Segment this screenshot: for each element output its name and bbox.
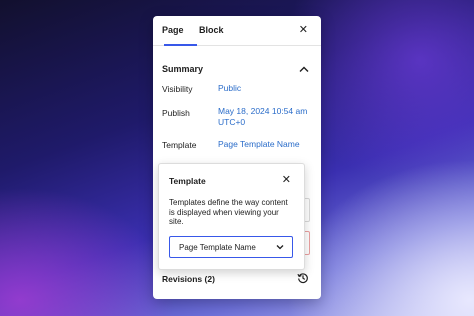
popover-title: Template [169,176,206,186]
tab-block[interactable]: Block [199,16,224,45]
publish-label: Publish [162,108,190,118]
summary-title: Summary [162,64,204,74]
revisions-link[interactable]: Revisions (2) [162,274,215,284]
active-tab-indicator [164,44,197,46]
tab-block-label: Block [199,25,224,35]
publish-timezone-line: UTC+0 [218,117,246,127]
history-icon[interactable] [297,272,309,284]
template-popover: Template ✕ Templates define the way cont… [158,163,305,270]
publish-date-link[interactable]: May 18, 2024 10:54 am UTC+0 [218,106,307,128]
visibility-value-link[interactable]: Public [218,83,241,94]
tab-page[interactable]: Page [162,16,197,46]
chevron-down-icon [276,245,284,250]
close-icon: ✕ [281,174,291,186]
tab-page-label: Page [162,25,184,35]
close-popover-button[interactable]: ✕ [282,174,291,186]
template-select-value: Page Template Name [179,243,256,252]
popover-description: Templates define the way content is disp… [169,198,288,226]
template-value-link[interactable]: Page Template Name [218,139,300,150]
publish-date-line: May 18, 2024 10:54 am [218,106,308,116]
visibility-label: Visibility [162,84,193,94]
template-label: Template [162,140,197,150]
sidebar-tabs: Page Block ✕ [153,16,321,46]
close-icon: ✕ [298,24,308,36]
summary-panel-toggle[interactable]: Summary [153,60,321,80]
template-select[interactable]: Page Template Name [169,236,293,258]
close-sidebar-button[interactable]: ✕ [299,24,308,36]
chevron-up-icon [299,66,309,72]
